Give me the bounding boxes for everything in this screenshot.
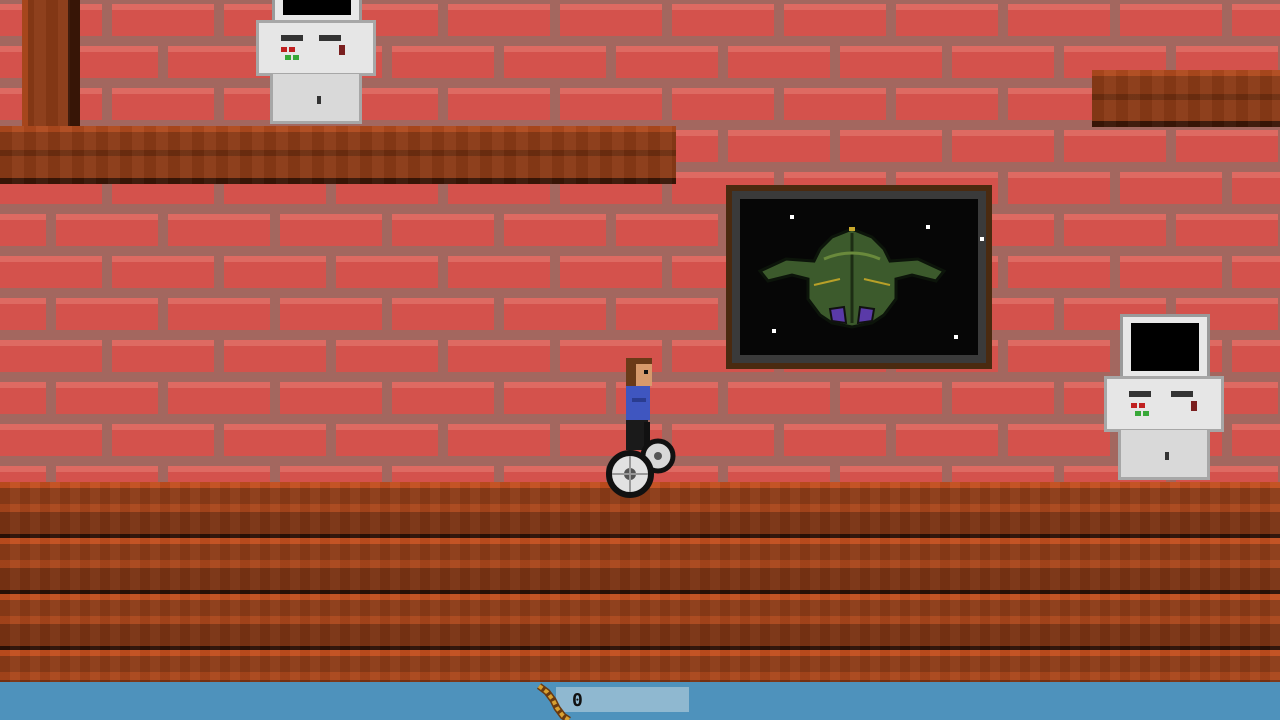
wooden-post (22, 0, 80, 128)
arcade-machine[interactable] (256, 0, 376, 124)
arcade-screen (1131, 323, 1199, 371)
player-character[interactable] (600, 358, 680, 502)
rope-icon (536, 683, 571, 720)
floor-plank (0, 594, 1280, 652)
arcade-screen-frame (1120, 314, 1210, 380)
poster-space-background (740, 199, 984, 355)
upper-wooden-ledge (0, 126, 676, 184)
hud-bar: 0 (0, 682, 1280, 720)
spaceship-poster[interactable] (726, 185, 992, 369)
alien-spaceship-icon (757, 227, 947, 329)
poster-frame (732, 191, 986, 363)
arcade-cabinet-base (270, 74, 362, 124)
arcade-machine[interactable] (1104, 314, 1224, 480)
right-wooden-ledge (1092, 70, 1280, 127)
arcade-screen (283, 0, 351, 15)
item-count: 0 (572, 690, 583, 711)
arcade-cabinet-base (1118, 430, 1210, 480)
arcade-control-panel (1104, 376, 1224, 432)
arcade-control-panel (256, 20, 376, 76)
game-scene: 0 (0, 0, 1280, 720)
floor-plank (0, 538, 1280, 596)
floor-plank (0, 650, 1280, 682)
